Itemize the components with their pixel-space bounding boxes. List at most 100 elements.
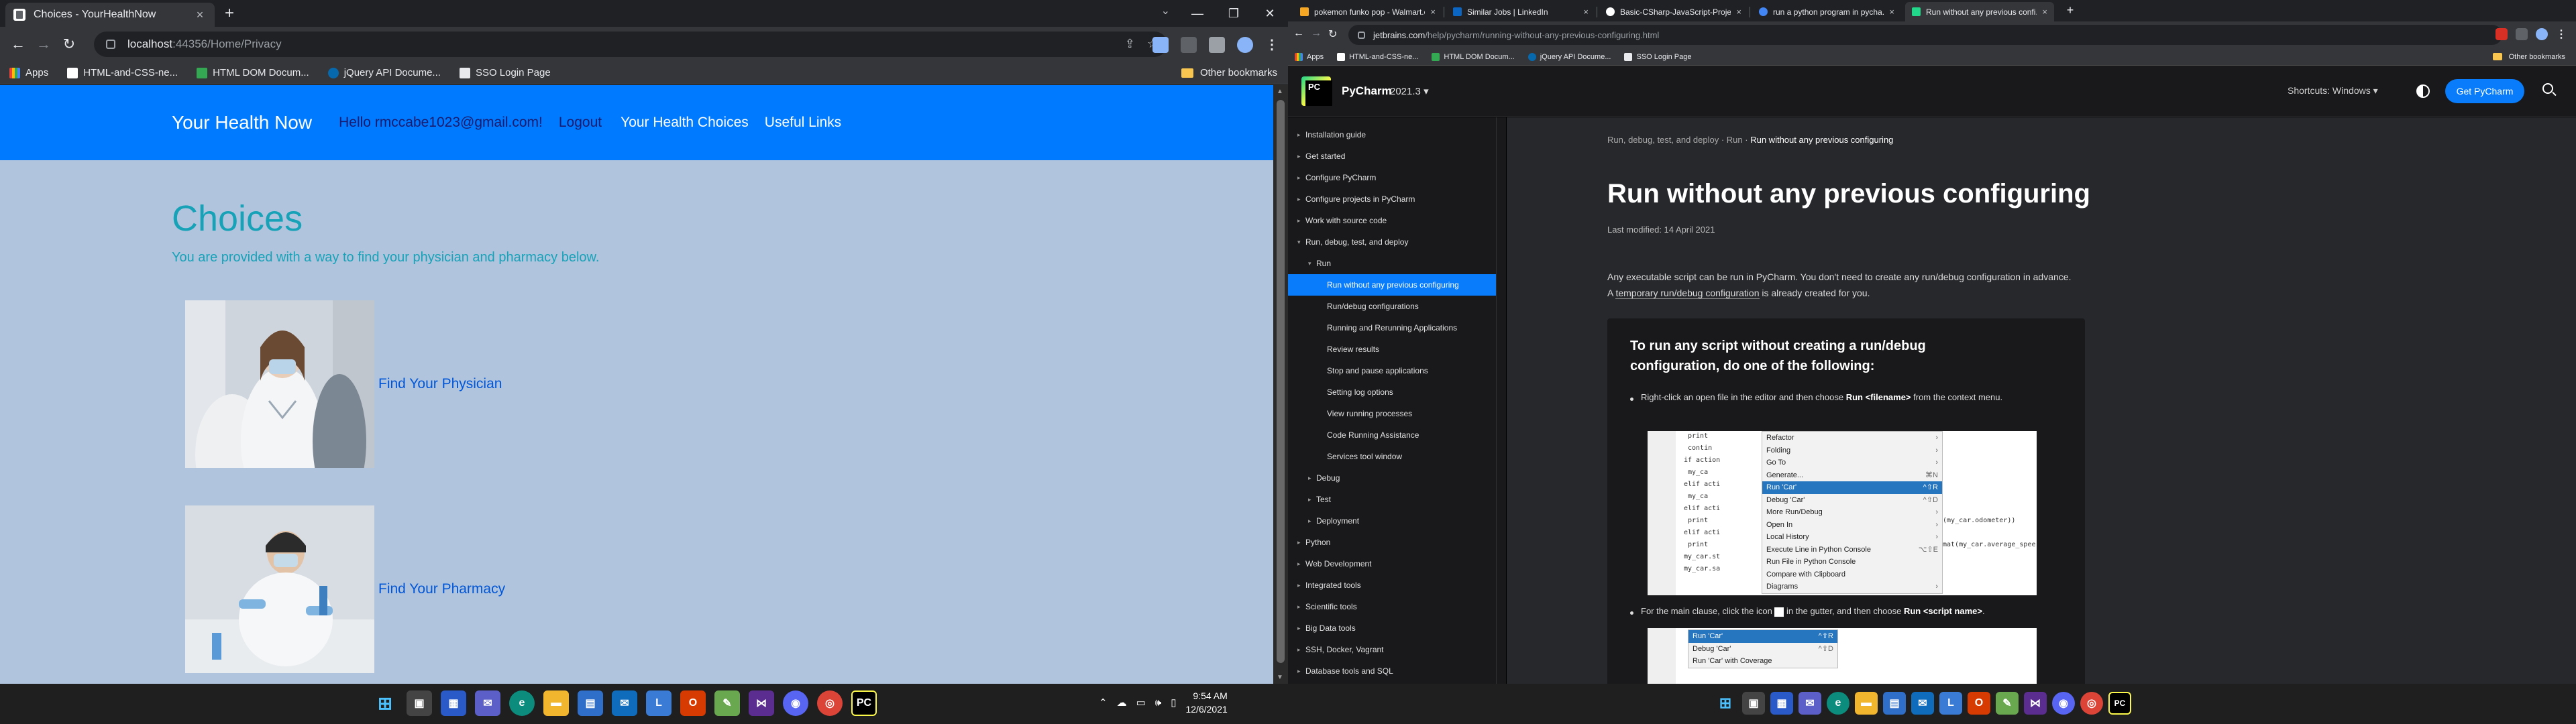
shortcuts-selector[interactable]: Shortcuts: Windows ▾ xyxy=(2288,85,2378,97)
browser-tab-active[interactable]: Run without any previous confi... × xyxy=(1905,2,2054,21)
file-explorer-icon[interactable]: ▬ xyxy=(1855,692,1878,715)
context-menu-item[interactable]: Open In › xyxy=(1762,519,1942,532)
context-menu-item[interactable]: Execute Line in Python Console ⌥⇧E xyxy=(1762,544,1942,556)
back-arrow-icon[interactable]: ← xyxy=(1293,27,1304,41)
teams-chat-icon[interactable]: ✉ xyxy=(475,690,500,716)
chrome-icon[interactable]: ◎ xyxy=(2080,692,2103,715)
sidebar-item[interactable]: ▸ Python xyxy=(1288,532,1496,553)
chevron-right-icon[interactable]: ▸ xyxy=(1297,596,1301,617)
sidebar-item[interactable]: ▸ Work with source code xyxy=(1288,210,1496,231)
gutter-menu-item[interactable]: Run 'Car' ^⇧R xyxy=(1688,630,1837,643)
sidebar-item[interactable]: ▸ Deployment xyxy=(1288,510,1496,532)
sidebar-item[interactable]: ▸ Database tools and SQL xyxy=(1288,660,1496,682)
version-selector[interactable]: 2021.3 ▾ xyxy=(1390,85,1429,97)
battery-icon[interactable]: ▯ xyxy=(1171,697,1176,709)
chevron-right-icon[interactable]: ▸ xyxy=(1297,660,1301,682)
menu-kebab-icon[interactable]: ⋮ xyxy=(2556,27,2567,41)
logout-link[interactable]: Logout xyxy=(559,115,602,131)
store-icon[interactable]: ▤ xyxy=(1883,692,1906,715)
puzzle-icon[interactable] xyxy=(2516,28,2528,40)
physician-photo[interactable] xyxy=(185,300,374,468)
chevron-up-icon[interactable]: ⌃ xyxy=(1099,697,1108,709)
context-menu-item[interactable]: More Run/Debug › xyxy=(1762,506,1942,519)
breadcrumb-item[interactable]: Run xyxy=(1727,135,1743,145)
context-menu-item[interactable]: Local History › xyxy=(1762,531,1942,544)
chrome-icon[interactable]: ◎ xyxy=(817,690,843,716)
context-menu-item[interactable]: Diagrams › xyxy=(1762,581,1942,593)
task-view-icon[interactable]: ▣ xyxy=(407,690,432,716)
browser-tab[interactable]: pokemon funko pop - Walmart.co...× xyxy=(1293,2,1442,21)
pycharm-logo-icon[interactable] xyxy=(1301,76,1332,106)
sidebar-item[interactable]: ▸ Installation guide xyxy=(1288,124,1496,145)
sidebar-item[interactable]: Run/debug configurations xyxy=(1288,296,1496,317)
store-icon[interactable]: ▤ xyxy=(578,690,603,716)
sidebar-scrollbar[interactable] xyxy=(1497,117,1506,684)
tab-close-icon[interactable]: × xyxy=(1736,7,1741,17)
browser-tab[interactable]: run a python program in pycha... × xyxy=(1752,2,1901,21)
discord-icon[interactable]: ◉ xyxy=(783,690,808,716)
context-menu-item[interactable]: Debug 'Car' ^⇧D xyxy=(1762,494,1942,507)
windows-start-icon[interactable]: ⊞ xyxy=(372,690,398,716)
tab-close-icon[interactable]: × xyxy=(193,8,207,22)
sidebar-item[interactable]: ▸ Integrated tools xyxy=(1288,575,1496,596)
widgets-icon[interactable]: ▦ xyxy=(441,690,466,716)
chevron-right-icon[interactable]: ▸ xyxy=(1308,467,1311,489)
sidebar-item[interactable]: Running and Rerunning Applications xyxy=(1288,317,1496,339)
cloud-icon[interactable]: ☁ xyxy=(1117,697,1127,709)
sidebar-item[interactable]: Services tool window xyxy=(1288,446,1496,467)
bookmark-apps[interactable]: Apps xyxy=(1295,52,1324,61)
task-view-icon[interactable]: ▣ xyxy=(1742,692,1765,715)
page-scrollbar[interactable]: ▲ ▼ xyxy=(1273,85,1288,684)
pycharm-icon[interactable]: PC xyxy=(851,690,877,716)
widgets-icon[interactable]: ▦ xyxy=(1770,692,1793,715)
context-menu-item[interactable]: Run File in Python Console xyxy=(1762,556,1942,568)
other-bookmarks[interactable]: Other bookmarks xyxy=(1181,67,1277,78)
profile-avatar[interactable] xyxy=(2536,28,2548,40)
windows-start-icon[interactable]: ⊞ xyxy=(1714,692,1737,715)
reload-icon[interactable]: ↻ xyxy=(56,36,82,53)
context-menu-item[interactable]: Refactor › xyxy=(1762,432,1942,444)
edge-icon[interactable]: e xyxy=(1827,692,1849,715)
volume-icon[interactable]: 🕪 xyxy=(1155,697,1161,709)
browser-tab[interactable]: Choices - YourHealthNow × xyxy=(5,3,215,27)
sidebar-item[interactable]: ▸ Web Development xyxy=(1288,553,1496,575)
sidebar-item[interactable]: Code Running Assistance xyxy=(1288,424,1496,446)
office-icon[interactable]: O xyxy=(680,690,706,716)
chevron-down-icon[interactable]: ▾ xyxy=(1308,253,1311,274)
new-tab-button[interactable]: + xyxy=(2061,2,2080,18)
chevron-right-icon[interactable]: ▸ xyxy=(1297,639,1301,660)
office-icon[interactable]: O xyxy=(1968,692,1990,715)
discord-icon[interactable]: ◉ xyxy=(2052,692,2075,715)
pharmacy-photo[interactable] xyxy=(185,505,374,673)
user-greeting[interactable]: Hello rmccabe1023@gmail.com! xyxy=(339,115,543,131)
sidebar-item[interactable]: ▾ Run, debug, test, and deploy xyxy=(1288,231,1496,253)
tab-close-icon[interactable]: × xyxy=(1889,7,1894,17)
share-icon[interactable]: ⇪ xyxy=(1125,37,1135,51)
sidebar-item[interactable]: ▸ Configure PyCharm xyxy=(1288,167,1496,188)
chevron-right-icon[interactable]: ▸ xyxy=(1297,167,1301,188)
scrollbar-thumb[interactable] xyxy=(1277,100,1285,663)
bookmark-item[interactable]: HTML-and-CSS-ne... xyxy=(1337,52,1418,61)
theme-toggle-icon[interactable] xyxy=(2416,84,2430,98)
reload-icon[interactable]: ↻ xyxy=(1328,27,1337,41)
extension-icon[interactable] xyxy=(2496,28,2508,40)
menu-kebab-icon[interactable]: ⋮ xyxy=(1265,36,1279,53)
sidebar-item[interactable]: Stop and pause applications xyxy=(1288,360,1496,381)
sidebar-item[interactable]: ▸ Big Data tools xyxy=(1288,617,1496,639)
extension-icon[interactable] xyxy=(1209,36,1225,53)
chevron-right-icon[interactable]: ▸ xyxy=(1297,188,1301,210)
tab-search-icon[interactable]: ⌄ xyxy=(1161,4,1170,17)
minimize-button[interactable]: — xyxy=(1179,7,1216,21)
profile-avatar[interactable] xyxy=(1237,36,1253,53)
gutter-menu-item[interactable]: Debug 'Car' ^⇧D xyxy=(1688,643,1837,656)
bookmark-item[interactable]: jQuery API Docume... xyxy=(1527,52,1611,61)
chevron-right-icon[interactable]: ▸ xyxy=(1308,510,1311,532)
browser-tab[interactable]: Similar Jobs | LinkedIn × xyxy=(1446,2,1595,21)
file-explorer-icon[interactable]: ▬ xyxy=(543,690,569,716)
chevron-right-icon[interactable]: ▸ xyxy=(1308,489,1311,510)
sidebar-item[interactable]: ▸ Test xyxy=(1288,489,1496,510)
tab-close-icon[interactable]: × xyxy=(1583,7,1589,17)
gutter-menu-item[interactable]: Run 'Car' with Coverage xyxy=(1688,655,1837,668)
bookmark-item[interactable]: HTML DOM Docum... xyxy=(197,67,309,78)
find-physician-link[interactable]: Find Your Physician xyxy=(378,376,502,392)
